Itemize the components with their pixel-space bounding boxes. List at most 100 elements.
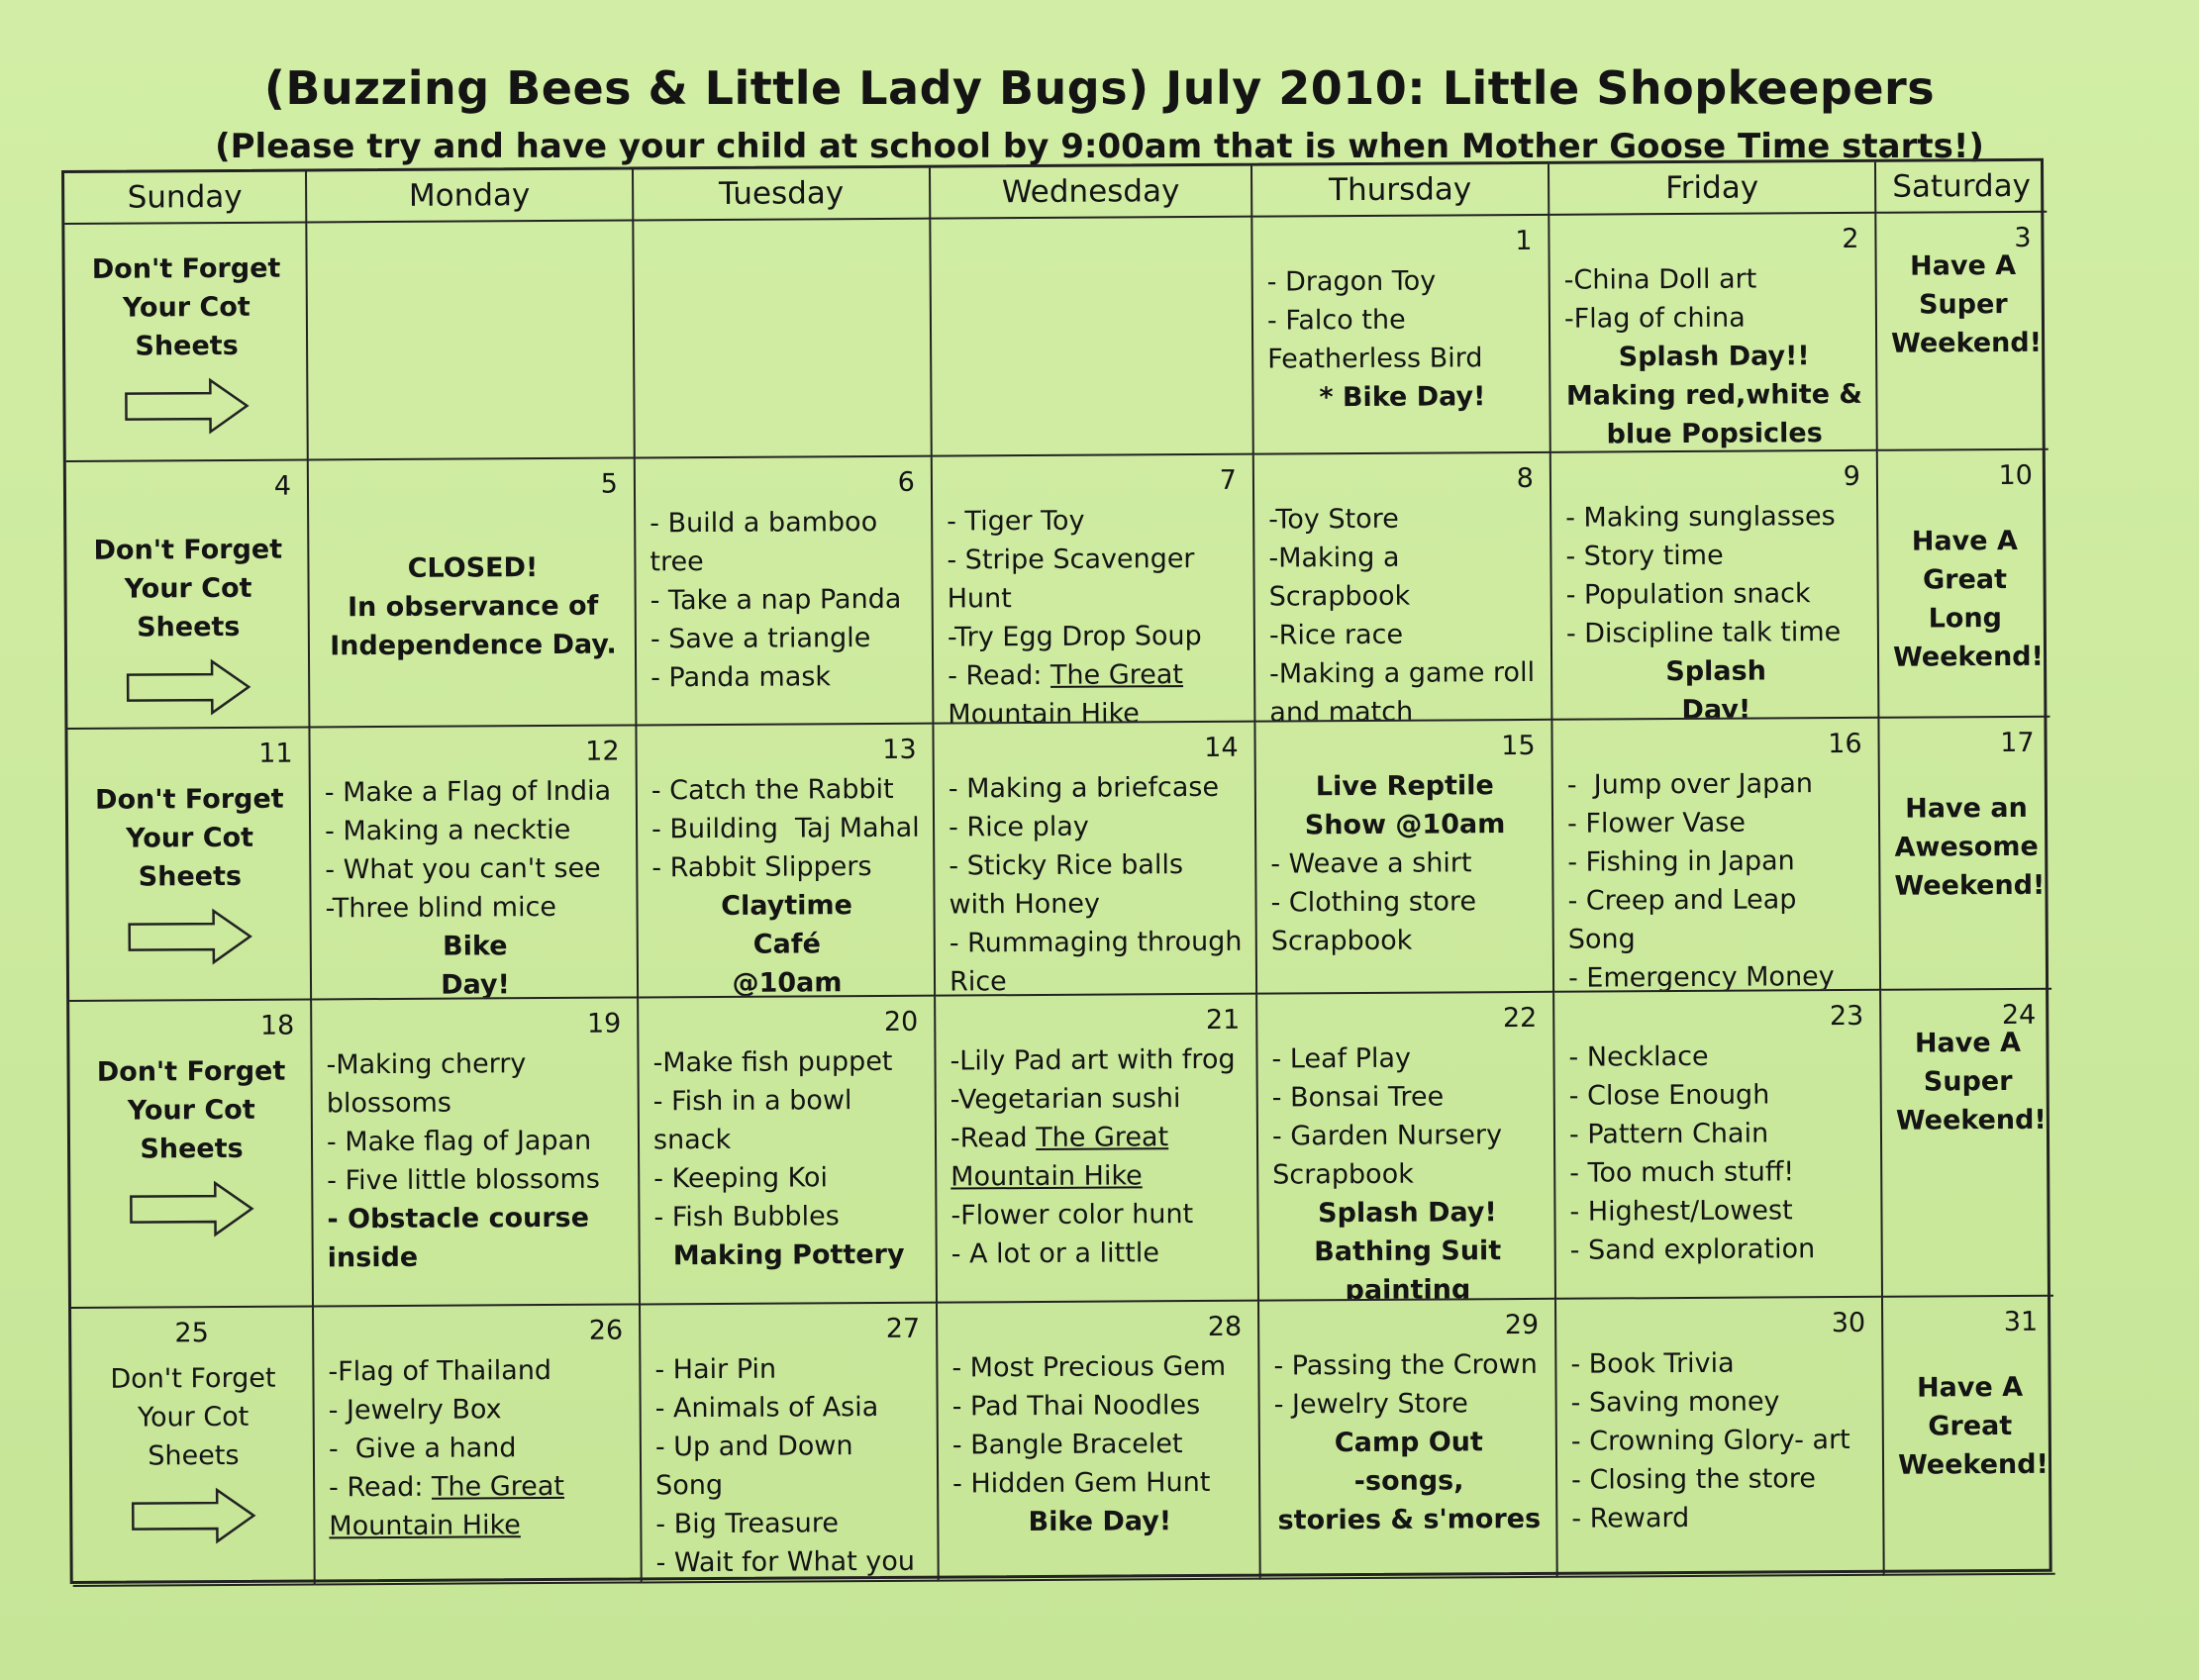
- activity-item: - Tiger Toy: [947, 505, 1085, 538]
- activity-list: - Passing the Crown - Jewelry Store Camp O…: [1273, 1345, 1544, 1540]
- activity-item: -Making a Scrapbook: [1268, 542, 1411, 613]
- activity-list: -Make fish puppet - Fish in a bowl snack - …: [652, 1042, 923, 1276]
- activity-item: - Hair Pin: [654, 1353, 777, 1386]
- activity-item: - Making sunglasses: [1565, 501, 1836, 534]
- activity-item: - Sand exploration: [1569, 1234, 1816, 1266]
- read-prefix: - Read:: [948, 659, 1051, 692]
- day-number: 8: [1516, 462, 1535, 495]
- activity-list: - Make a Flag of India - Making a necktie…: [325, 772, 625, 1001]
- activity-list: - Hair Pin - Animals of Asia - Up and Down…: [654, 1349, 926, 1584]
- weekend-message: Have an Awesome Weekend!: [1894, 789, 2045, 906]
- day-number: 28: [1207, 1311, 1243, 1342]
- activity-item: - Keeping Koi: [653, 1162, 829, 1195]
- right-arrow-icon: [126, 658, 250, 716]
- activity-item: tree: [650, 546, 704, 578]
- reminder-line: Don't Forget: [93, 534, 283, 566]
- closed-notice: CLOSED! In observance of Independence Day.: [323, 548, 623, 666]
- day-cell: 2 -China Doll art -Flag of china Splash Day…: [1549, 213, 1878, 453]
- activity-item: - Jewelry Store: [1273, 1388, 1468, 1421]
- activity-item: - Hidden Gem Hunt: [952, 1466, 1211, 1500]
- day-number: 30: [1831, 1307, 1866, 1339]
- activity-list: - Build a bamboo tree - Take a nap Panda - …: [650, 503, 920, 698]
- read-prefix: - Read:: [329, 1471, 433, 1504]
- right-arrow-icon: [131, 1487, 255, 1544]
- event-highlight: Camp Out: [1334, 1427, 1483, 1459]
- day-number: 4: [273, 470, 292, 502]
- day-number: 3: [2014, 222, 2032, 253]
- weekend-line: Weekend!: [1895, 1104, 2047, 1136]
- activity-list: - Jump over Japan - Flower Vase - Fishing …: [1567, 764, 1867, 993]
- day-number: 19: [586, 1008, 622, 1039]
- day-cell: 13 - Catch the Rabbit - Building Taj Mahal…: [637, 724, 937, 999]
- activity-item: - Passing the Crown: [1273, 1348, 1538, 1382]
- activity-item: - Up and Down Song: [654, 1431, 862, 1502]
- day-cell: 15 Live Reptile Show @10am - Weave a shirt -…: [1255, 720, 1555, 995]
- activity-item: - Build a bamboo: [650, 506, 878, 540]
- activity-item: - Flower Vase: [1566, 807, 1747, 840]
- event-highlight: Splash Day!: [1318, 1197, 1497, 1230]
- day-cell: [307, 221, 636, 461]
- weekend-line: Awesome: [1894, 831, 2039, 863]
- day-cell: 20 -Make fish puppet - Fish in a bowl snack…: [639, 996, 939, 1306]
- activity-list: - Book Trivia - Saving money - Crowning Gl…: [1570, 1343, 1870, 1538]
- activity-item: - Big Treasure: [655, 1508, 840, 1540]
- activity-item: -Three blind mice: [325, 891, 557, 925]
- activity-item: Scrapbook: [1270, 925, 1413, 957]
- day-number: 31: [2003, 1306, 2039, 1338]
- event-highlight: Claytime: [721, 890, 852, 922]
- activity-item: - Reward: [1571, 1502, 1690, 1534]
- activity-item: -Flower color hunt: [950, 1199, 1194, 1232]
- activity-item: - Too much stuff!: [1569, 1156, 1795, 1189]
- activity-item: -Rice race: [1268, 619, 1404, 651]
- activity-item: -Vegetarian sushi: [950, 1083, 1181, 1116]
- day-number: 14: [1204, 732, 1239, 763]
- day-cell: 16 - Jump over Japan - Flower Vase - Fishin…: [1552, 718, 1882, 993]
- day-cell: 14 - Making a briefcase - Rice play - Stick…: [934, 722, 1258, 997]
- cot-sheet-reminder: Don't Forget Your Cot Sheets: [78, 232, 294, 436]
- day-number: 13: [882, 734, 917, 765]
- book-title: The Great: [1050, 659, 1184, 691]
- day-number: 23: [1829, 1000, 1864, 1033]
- activity-item: -Flag of Thailand: [328, 1354, 552, 1388]
- day-number: 21: [1205, 1004, 1241, 1036]
- event-highlight: inside: [327, 1241, 419, 1274]
- activity-item: - Story time: [1565, 540, 1724, 572]
- read-prefix: -Read: [950, 1123, 1037, 1154]
- day-cell: 28- Most Precious Gem - Pad Thai Noodles -…: [938, 1301, 1261, 1582]
- day-cell: 8 -Toy Store -Making a Scrapbook -Rice race…: [1253, 452, 1553, 723]
- activity-item: -China Doll art: [1563, 263, 1757, 296]
- activity-list: - Making sunglasses - Story time - Populat…: [1565, 497, 1865, 721]
- activity-item: - Bonsai Tree: [1271, 1081, 1445, 1114]
- activity-list: - Tiger Toy - Stripe Scavenger Hunt -Try Eg…: [947, 501, 1242, 725]
- activity-item: - Highest/Lowest: [1569, 1195, 1793, 1228]
- activity-item: Scrapbook: [1272, 1158, 1414, 1191]
- day-header-saturday: Saturday: [1875, 160, 2048, 214]
- read-item: -Read The Great: [950, 1118, 1245, 1158]
- weekend-line: Have A: [1911, 525, 2018, 557]
- activity-item: - Sticky Rice balls: [949, 849, 1184, 882]
- activity-item: - Book Trivia: [1570, 1347, 1735, 1380]
- day-cell: 21 -Lily Pad art with frog -Vegetarian sus…: [936, 994, 1260, 1304]
- activity-item: - What you can't see: [325, 852, 601, 886]
- day-cell: Don't Forget Your Cot Sheets: [64, 223, 309, 462]
- day-header-friday: Friday: [1549, 161, 1877, 216]
- cot-sheet-reminder: Don't Forget Your Cot Sheets: [80, 513, 296, 717]
- right-arrow-icon: [127, 908, 252, 965]
- activity-item: - Building Taj Mahal: [650, 812, 920, 845]
- day-number: 5: [600, 468, 619, 500]
- activity-item: - Necklace: [1568, 1040, 1709, 1073]
- activity-item: - Fishing in Japan: [1567, 845, 1795, 878]
- day-cell: 17 Have an Awesome Weekend!: [1879, 717, 2052, 991]
- day-number: 25: [174, 1318, 209, 1349]
- reminder-line: Your Cot: [126, 822, 254, 854]
- event-highlight: Day!: [1681, 694, 1751, 721]
- day-header-sunday: Sunday: [64, 171, 308, 225]
- weekend-line: Super: [1918, 288, 2008, 321]
- day-number: 26: [588, 1315, 624, 1346]
- event-highlight: Making Pottery: [672, 1238, 905, 1272]
- activity-item: - Make a Flag of India: [324, 775, 612, 809]
- event-highlight: stories & s'mores: [1277, 1503, 1542, 1536]
- event-highlight: Live Reptile: [1315, 770, 1494, 803]
- day-cell: 12 - Make a Flag of India - Making a neckt…: [310, 726, 640, 1001]
- book-title: Mountain Hike: [948, 698, 1140, 725]
